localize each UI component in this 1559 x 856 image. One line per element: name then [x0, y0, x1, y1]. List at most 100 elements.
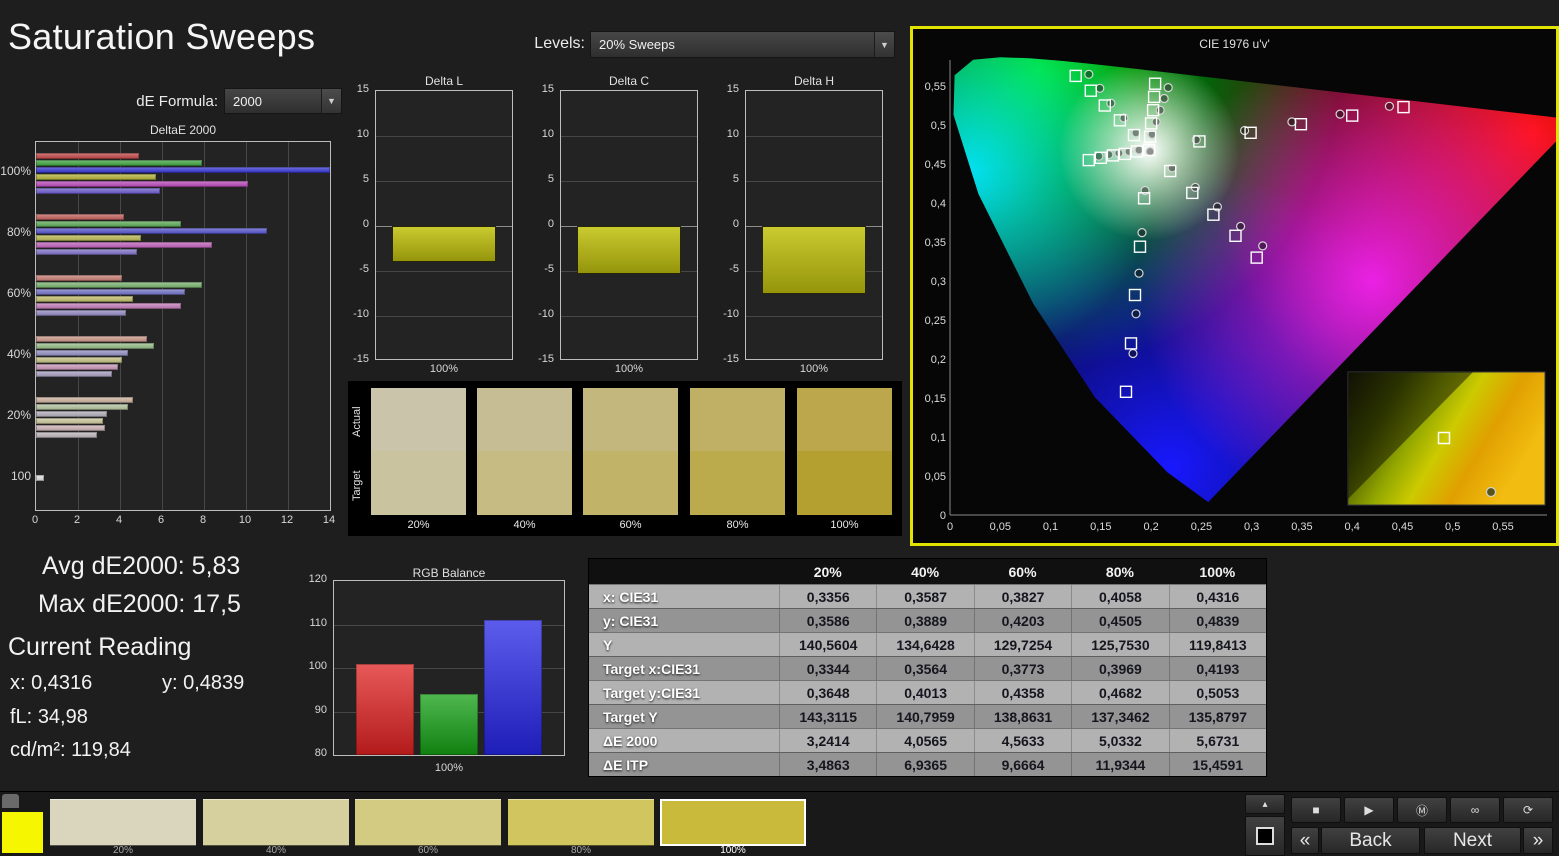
- x-tick-label: 0,05: [990, 521, 1011, 533]
- de-bar-green: [36, 281, 202, 288]
- target-swatch-20%: [371, 451, 466, 515]
- y-tick-label: 15: [356, 83, 369, 95]
- table-row-label: ΔE ITP: [603, 756, 649, 773]
- strip-swatch-40%[interactable]: [203, 799, 349, 846]
- table-cell: 5,0332: [1071, 729, 1168, 752]
- comparison-level-label: 20%: [407, 519, 430, 531]
- y-tick-label: 0,45: [925, 159, 946, 171]
- de-bar-cyan: [36, 309, 127, 316]
- table-cell: 0,4839: [1168, 609, 1266, 632]
- y-category-label: 40%: [6, 347, 31, 361]
- table-cell: 125,7530: [1071, 633, 1168, 656]
- actual-swatch-80%: [690, 388, 785, 451]
- x-tick-label: 0,25: [1191, 521, 1212, 533]
- play-button[interactable]: ▶: [1344, 797, 1394, 823]
- de-bar-green: [36, 220, 181, 227]
- measurement-table: 20% 40% 60% 80% 100% x: CIE31 0,3356 0,3587 0,38…: [588, 558, 1267, 777]
- current-y-value: 0,4839: [183, 672, 245, 694]
- x-tick-label: 12: [280, 514, 294, 526]
- table-cell: 0,3648: [779, 681, 876, 704]
- marker-button[interactable]: Ⓜ: [1397, 797, 1447, 823]
- x-tick-label: 14: [322, 514, 336, 526]
- table-cell: 0,3564: [876, 657, 973, 680]
- page-title: Saturation Sweeps: [8, 16, 316, 57]
- gridline: [746, 136, 882, 137]
- next-chevron-icon[interactable]: »: [1523, 827, 1553, 854]
- measurement-marker: [1236, 221, 1246, 231]
- stop-pattern-button[interactable]: [1245, 816, 1285, 856]
- x-tick-label: 0: [947, 521, 953, 533]
- stop-icon: [1256, 827, 1274, 845]
- eject-button[interactable]: ▴: [1245, 794, 1285, 814]
- strip-swatch-20%[interactable]: [50, 799, 196, 846]
- delta_l-xlabel: 100%: [429, 363, 459, 375]
- max-de2000-label: Max dE2000:: [38, 590, 186, 618]
- levels-dropdown[interactable]: 20% Sweeps ▼: [590, 31, 895, 58]
- table-cell: 0,3969: [1071, 657, 1168, 680]
- de-bar-red: [36, 274, 123, 281]
- pattern-window-tab: [2, 794, 19, 808]
- de-bar-blue: [36, 166, 330, 173]
- measurement-marker: [1159, 93, 1169, 104]
- stop-button[interactable]: ■: [1291, 797, 1341, 823]
- y-tick-label: 0,55: [925, 81, 946, 93]
- de-bar-blue: [36, 288, 186, 295]
- strip-swatch-100%[interactable]: [660, 799, 806, 846]
- cie-chart-panel[interactable]: CIE 1976 u'v' 0 0,05 0,1 0,15 0,2 0,25 0,3 0,35…: [910, 26, 1559, 546]
- y-tick-label: -5: [359, 263, 369, 275]
- y-tick-label: 0,25: [925, 315, 946, 327]
- rgb-balance-title: RGB Balance: [412, 566, 486, 580]
- refresh-button[interactable]: ⟳: [1503, 797, 1553, 823]
- de-bar-yellow: [36, 234, 141, 241]
- back-button[interactable]: Back: [1321, 827, 1420, 854]
- back-chevron-icon[interactable]: «: [1291, 827, 1319, 854]
- table-cell: 0,5053: [1168, 681, 1266, 704]
- measurement-marker: [1163, 82, 1173, 93]
- table-cell: 119,8413: [1168, 633, 1266, 656]
- de-bar-green: [36, 403, 129, 410]
- table-cell: 134,6428: [876, 633, 973, 656]
- table-row: x: CIE31 0,3356 0,3587 0,3827 0,4058 0,4316: [589, 584, 1266, 608]
- de-bar-red: [36, 335, 148, 342]
- table-cell: 138,8631: [973, 705, 1071, 728]
- y-tick-label: 5: [362, 173, 369, 185]
- target-row-label: Target: [351, 470, 363, 502]
- y-tick-label: -15: [353, 353, 369, 365]
- loop-button[interactable]: ∞: [1450, 797, 1500, 823]
- table-cell: 0,3587: [876, 585, 973, 608]
- de-bar-white: [36, 475, 45, 481]
- de-formula-dropdown[interactable]: 2000 ▼: [224, 88, 342, 114]
- table-cell: 135,8797: [1168, 705, 1266, 728]
- y-tick-label: 120: [308, 573, 327, 585]
- table-cell: 9,6664: [973, 753, 1071, 776]
- table-row: y: CIE31 0,3586 0,3889 0,4203 0,4505 0,4839: [589, 608, 1266, 632]
- de-bar-green: [36, 342, 154, 349]
- de-bar-cyan: [36, 187, 160, 194]
- strip-swatch-80%[interactable]: [508, 799, 654, 846]
- strip-swatch-60%[interactable]: [355, 799, 501, 846]
- deltae-chart-title: DeltaE 2000: [149, 123, 217, 137]
- de-bar-magenta: [36, 180, 249, 187]
- gridline: [376, 271, 512, 272]
- y-category-label: 60%: [6, 286, 31, 300]
- de-bar-blue: [36, 227, 267, 234]
- measurement-marker: [1084, 69, 1094, 79]
- table-row: Target x:CIE31 0,3344 0,3564 0,3773 0,3969 0,…: [589, 656, 1266, 680]
- table-cell: 140,5604: [779, 633, 876, 656]
- y-tick-label: -5: [729, 263, 739, 275]
- y-tick-label: 15: [726, 83, 739, 95]
- y-tick-label: 100: [308, 660, 327, 672]
- next-button[interactable]: Next: [1424, 827, 1521, 854]
- gridline: [204, 142, 205, 510]
- current-y-label: y:: [162, 672, 178, 694]
- de-bar-cyan: [36, 248, 137, 255]
- current-y-readout: y: 0,4839: [162, 672, 244, 695]
- current-cd-value: 119,84: [71, 739, 131, 761]
- table-row-label: ΔE 2000: [603, 732, 658, 749]
- comparison-level-label: 100%: [830, 519, 859, 531]
- de-bar-yellow: [36, 356, 123, 363]
- deltae-chart-plot: [35, 141, 331, 511]
- actual-target-comparison-panel: Actual Target 20% 40% 60% 80% 100%: [348, 381, 902, 536]
- table-row-label: x: CIE31: [603, 588, 659, 605]
- gridline: [746, 316, 882, 317]
